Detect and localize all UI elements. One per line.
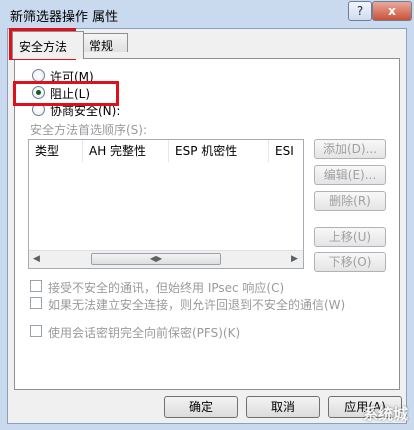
pfs-label: 使用会话密钥完全向前保密(PFS)(K) <box>48 326 241 340</box>
window-title: 新筛选器操作 属性 <box>10 10 119 25</box>
tab-security-methods-label: 安全方法 <box>19 40 68 54</box>
cancel-button[interactable]: 取消 <box>246 396 320 418</box>
security-methods-list[interactable]: 类型 AH 完整性 ESP 机密性 ESI ◀ ◀▶ ▶ <box>28 139 304 269</box>
column-header-type[interactable]: 类型 <box>29 140 83 162</box>
watermark-logo: 系统城 <box>362 405 408 423</box>
allow-fallback-checkbox[interactable] <box>30 297 42 309</box>
pfs-checkbox[interactable] <box>30 325 42 337</box>
help-button[interactable]: ? <box>348 1 372 21</box>
edit-button[interactable]: 编辑(E)... <box>314 165 386 185</box>
ok-button[interactable]: 确定 <box>164 396 238 418</box>
column-header-ah-integrity[interactable]: AH 完整性 <box>83 140 169 162</box>
scroll-right-icon[interactable]: ▶ <box>291 254 298 264</box>
methods-order-label: 安全方法首选顺序(S): <box>30 123 148 137</box>
horizontal-scrollbar[interactable]: ◀ ◀▶ ▶ <box>29 250 303 268</box>
accept-unsecured-label: 接受不安全的通讯，但始终用 IPsec 响应(C) <box>48 281 285 295</box>
tab-security-methods[interactable]: 安全方法 <box>12 31 84 59</box>
move-up-button[interactable]: 上移(U) <box>314 227 386 247</box>
close-button[interactable]: x <box>372 1 412 21</box>
move-down-button[interactable]: 下移(O) <box>314 252 386 272</box>
remove-button[interactable]: 删除(R) <box>314 191 386 211</box>
add-button[interactable]: 添加(D)... <box>314 139 386 159</box>
block-option-highlight <box>13 81 119 106</box>
tab-general-label: 常规 <box>89 39 114 53</box>
column-header-esp-integrity[interactable]: ESI <box>269 140 303 162</box>
scroll-thumb[interactable]: ◀▶ <box>91 253 221 265</box>
scroll-left-icon[interactable]: ◀ <box>33 254 40 264</box>
tab-general[interactable]: 常规 <box>82 33 128 53</box>
properties-window: 新筛选器操作 属性 ? x 常规 安全方法 许可(M) 阻止(L) 协商安全(N… <box>0 0 414 430</box>
column-header-esp-confidentiality[interactable]: ESP 机密性 <box>169 140 269 162</box>
accept-unsecured-checkbox[interactable] <box>30 280 42 292</box>
title-bar[interactable]: 新筛选器操作 属性 ? x <box>0 0 414 28</box>
allow-fallback-label: 如果无法建立安全连接，则允许回退到不安全的通信(W) <box>48 298 346 312</box>
